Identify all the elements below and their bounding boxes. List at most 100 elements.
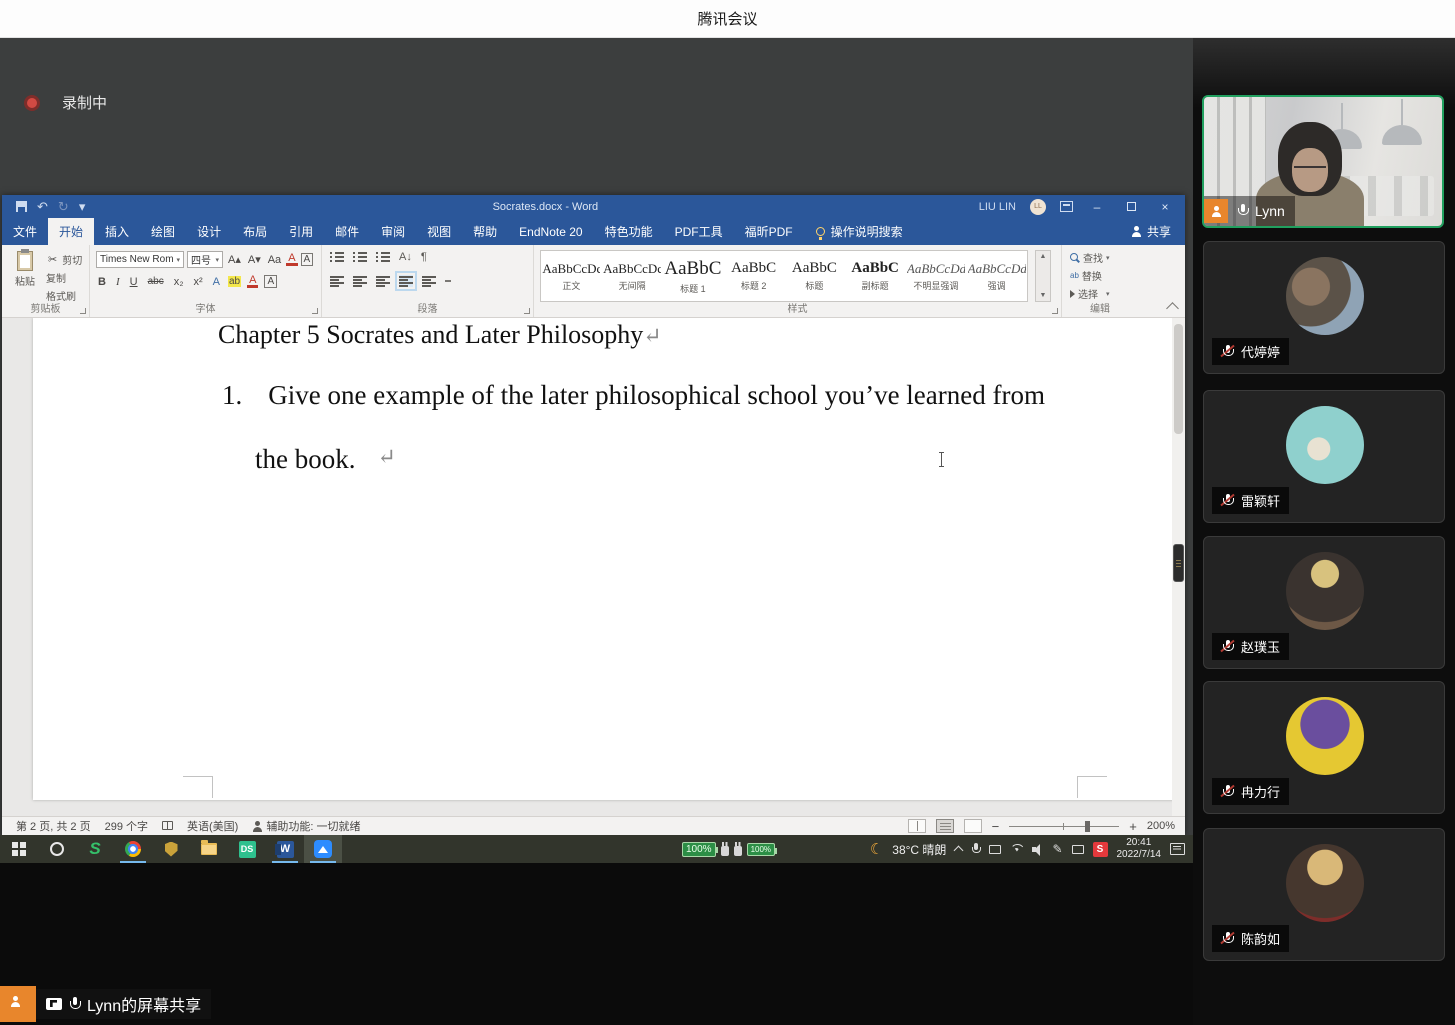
zoom-slider[interactable] [1009,820,1120,832]
tab-references[interactable]: 引用 [278,218,324,245]
weather-text[interactable]: 38°C 晴朗 [892,841,946,858]
taskbar-clock[interactable]: 20:41 2022/7/14 [1117,837,1162,861]
styles-dialog-launcher-icon[interactable] [1052,308,1058,314]
accessibility-status[interactable]: 辅助功能: 一切就绪 [252,818,361,834]
tab-view[interactable]: 视图 [416,218,462,245]
zoom-slider-thumb[interactable] [1085,820,1091,832]
style-heading2[interactable]: AaBbC 标题 2 [723,251,784,301]
ribbon-display-options-icon[interactable] [1060,201,1073,212]
word-count[interactable]: 299 个字 [105,818,148,834]
replace-button[interactable]: ab 替换 [1070,268,1110,283]
speaker-icon[interactable] [1032,843,1043,856]
align-center-icon[interactable] [353,275,367,287]
tray-mic-icon[interactable] [971,842,982,856]
screen-share-banner[interactable]: Lynn的屏幕共享 [0,986,212,1022]
text-effects-button[interactable]: A [211,276,222,288]
line-spacing-icon[interactable] [422,275,436,287]
paragraph-dialog-launcher-icon[interactable] [524,308,530,314]
italic-button[interactable]: I [114,276,122,288]
tab-endnote[interactable]: EndNote 20 [508,218,593,245]
start-button[interactable] [0,835,38,863]
style-subtitle[interactable]: AaBbC 副标题 [845,251,906,301]
print-layout-button[interactable] [935,819,954,833]
zoom-in-button[interactable]: + [1129,819,1137,834]
taskbar-chrome[interactable] [114,835,152,863]
document-page[interactable]: Chapter 5 Socrates and Later Philosophy↵… [33,318,1180,800]
tab-pdf-tools[interactable]: PDF工具 [664,218,734,245]
bold-button[interactable]: B [96,276,108,288]
find-button[interactable]: 查找 ▾ [1070,250,1110,265]
redo-icon[interactable]: ↻ [58,199,69,215]
tab-mailings[interactable]: 邮件 [324,218,370,245]
clear-format-button[interactable]: A [286,253,298,266]
taskbar-file-explorer[interactable] [190,835,228,863]
touchpad-icon[interactable] [1071,844,1084,854]
read-mode-button[interactable] [907,819,926,833]
taskbar-security-app[interactable] [152,835,190,863]
underline-button[interactable]: U [128,276,140,288]
paste-button[interactable]: 粘贴 [10,249,40,288]
minimize-button[interactable]: – [1087,200,1107,214]
shrink-font-button[interactable]: A▾ [246,253,263,266]
participant-tile[interactable]: 代婷婷 [1203,241,1445,374]
battery-indicator-2[interactable]: 100% [746,842,778,856]
multilevel-list-icon[interactable] [376,251,390,263]
participant-tile[interactable]: 雷颖轩 [1203,390,1445,523]
tab-foxit-pdf[interactable]: 福昕PDF [734,218,804,245]
char-border-button[interactable]: A [300,253,314,266]
tab-file[interactable]: 文件 [2,218,48,245]
word-titlebar[interactable]: ↶ ↻ ▾ Socrates.docx - Word LIU LIN LL – … [2,195,1185,218]
account-avatar[interactable]: LL [1030,198,1046,215]
tray-expand-icon[interactable] [953,845,964,856]
account-name[interactable]: LIU LIN [979,201,1016,213]
font-dialog-launcher-icon[interactable] [312,308,318,314]
font-name-select[interactable]: Times New Rom ▾ [96,251,184,268]
collapse-ribbon-icon[interactable] [1166,302,1179,315]
bullet-list-icon[interactable] [330,251,344,263]
grow-font-button[interactable]: A▴ [226,253,243,266]
cut-button[interactable]: ✂ 剪切 [46,252,82,267]
show-marks-icon[interactable]: ¶ [421,251,427,263]
qat-more-icon[interactable]: ▾ [79,199,86,215]
participant-video-lynn[interactable]: Lynn [1202,95,1444,228]
style-no-spacing[interactable]: AaBbCcDc 无间隔 [602,251,663,301]
page-indicator[interactable]: 第 2 页, 共 2 页 [16,818,91,834]
taskbar-ds-app[interactable]: DS [228,835,266,863]
font-color-button[interactable]: A [247,275,259,288]
zoom-out-button[interactable]: − [992,819,1000,834]
numbered-list-icon[interactable] [353,251,367,263]
style-title[interactable]: AaBbC 标题 [784,251,845,301]
align-left-icon[interactable] [330,275,344,287]
tab-layout[interactable]: 布局 [232,218,278,245]
participant-tile[interactable]: 赵璞玉 [1203,536,1445,669]
battery-indicator-1[interactable]: 100% [682,841,718,857]
scrollbar-thumb[interactable] [1174,324,1183,434]
tab-special-features[interactable]: 特色功能 [594,218,664,245]
clipboard-dialog-launcher-icon[interactable] [80,308,86,314]
style-gallery-scroll[interactable]: ▲ ▼ [1035,250,1051,302]
document-area[interactable]: Chapter 5 Socrates and Later Philosophy↵… [2,318,1185,816]
style-normal[interactable]: AaBbCcDc 正文 [541,251,602,301]
scroll-up-icon[interactable]: ▲ [1040,253,1047,260]
taskbar-word[interactable]: W [266,835,304,863]
tab-help[interactable]: 帮助 [462,218,508,245]
sort-icon[interactable]: A↓ [399,251,412,263]
taskbar-tencent-meeting[interactable] [304,835,342,863]
save-icon[interactable] [16,201,27,212]
proofing-icon[interactable] [162,821,173,830]
tab-draw[interactable]: 绘图 [140,218,186,245]
tell-me-search[interactable]: 操作说明搜索 [804,218,915,245]
share-border-handle[interactable] [1173,544,1184,582]
strikethrough-button[interactable]: abc [146,276,166,287]
close-button[interactable]: × [1155,200,1175,214]
tray-device-icon[interactable] [989,844,1002,854]
tab-review[interactable]: 审阅 [370,218,416,245]
participant-tile[interactable]: 陈韵如 [1203,828,1445,961]
participant-tile[interactable]: 冉力行 [1203,681,1445,814]
tab-design[interactable]: 设计 [186,218,232,245]
sogou-input-icon[interactable]: S [1092,841,1108,857]
notification-center-icon[interactable] [1170,843,1185,855]
borders-icon[interactable] [445,280,451,282]
superscript-button[interactable]: x² [191,276,204,288]
restore-button[interactable] [1121,200,1141,214]
